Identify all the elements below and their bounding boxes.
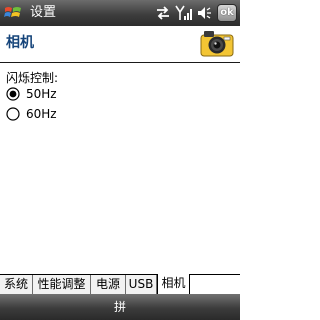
header-divider — [0, 62, 240, 63]
radio-60hz[interactable]: 60Hz — [6, 106, 156, 124]
title-bar: 设置 ok — [0, 0, 240, 26]
windows-flag-icon[interactable] — [3, 4, 23, 22]
signal-icon[interactable] — [175, 4, 193, 22]
connectivity-icon[interactable] — [155, 4, 171, 22]
page-title: 相机 — [6, 35, 34, 51]
radio-selected-icon[interactable] — [6, 87, 20, 101]
window-title: 设置 — [30, 5, 57, 20]
tab-usb[interactable]: USB — [126, 275, 157, 294]
radio-50hz[interactable]: 50Hz — [6, 86, 156, 104]
input-method-button[interactable]: 拼 — [0, 298, 240, 316]
tab-system[interactable]: 系统 — [0, 275, 33, 294]
volume-icon[interactable] — [196, 4, 212, 22]
radio-60hz-label[interactable]: 60Hz — [26, 107, 57, 122]
flicker-control-label: 闪烁控制: — [6, 71, 59, 85]
tab-strip: 系统 性能调整 电源 USB 相机 — [0, 274, 240, 295]
page-header: 相机 — [0, 26, 240, 62]
camera-icon — [200, 31, 234, 57]
tab-performance[interactable]: 性能调整 — [33, 275, 91, 294]
settings-screen: 设置 ok 相机 闪烁控制: 50Hz 60Hz 系统 性能调整 电源 USB … — [0, 0, 240, 320]
tab-power[interactable]: 电源 — [91, 275, 126, 294]
tab-camera[interactable]: 相机 — [157, 274, 190, 295]
ok-button[interactable]: ok — [217, 4, 237, 22]
radio-unselected-icon[interactable] — [6, 107, 20, 121]
radio-50hz-label[interactable]: 50Hz — [26, 87, 57, 102]
command-bar: 拼 — [0, 294, 240, 320]
